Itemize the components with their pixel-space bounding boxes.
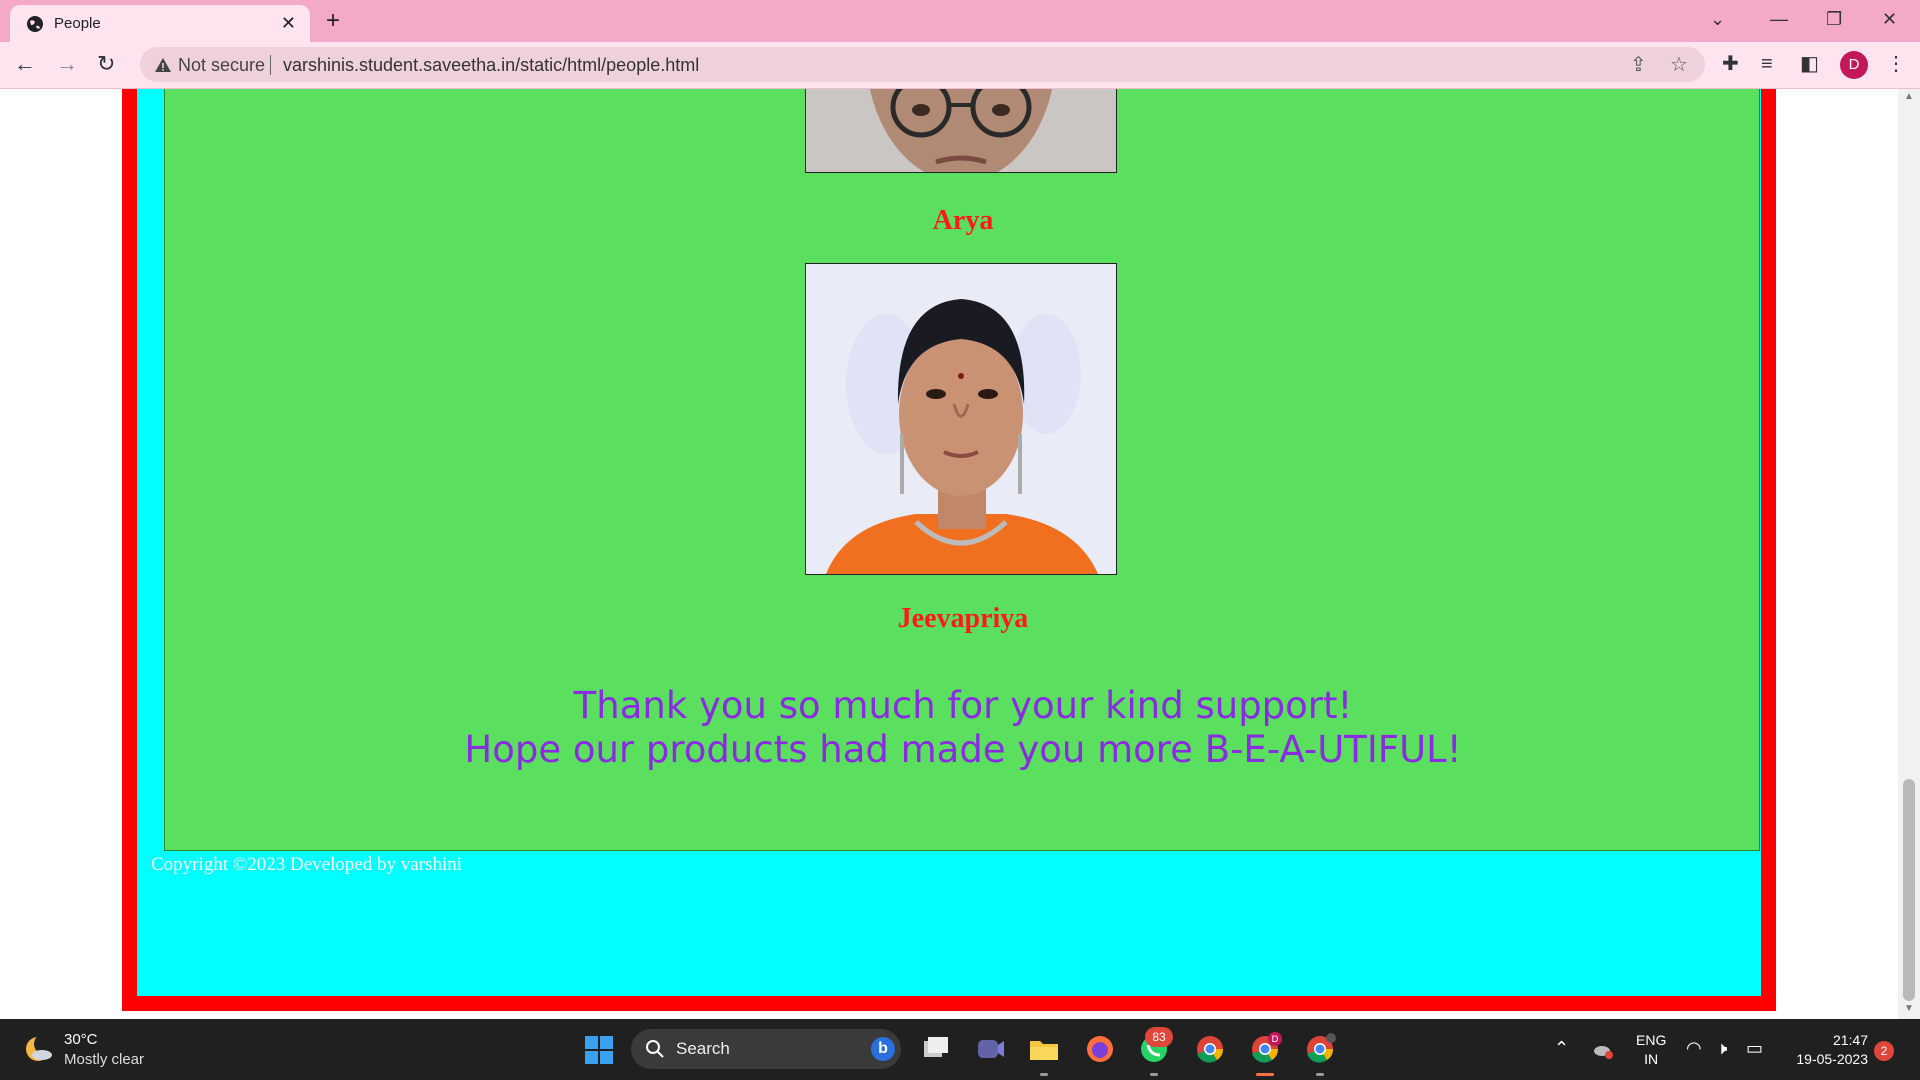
forward-icon[interactable]: →	[56, 52, 78, 76]
people-section: Arya Jeevapriya Thank you so much for yo…	[164, 89, 1760, 851]
tab-search-chevron-icon[interactable]: ⌄	[1710, 8, 1725, 30]
active-app-indicator	[1256, 1073, 1274, 1076]
chrome-profile-icon[interactable]: D	[1247, 1031, 1283, 1067]
speaker-muted-icon[interactable]: 🕨	[1716, 1037, 1727, 1059]
browser-tab-bar: People ✕ + ⌄ — ❐ ✕	[0, 0, 1920, 42]
clock-date: 19-05-2023	[1796, 1051, 1868, 1067]
globe-icon	[27, 16, 43, 32]
warning-icon	[155, 58, 171, 72]
browser-toolbar: ← → ↻ Not secure varshinis.student.savee…	[0, 42, 1920, 89]
language-indicator[interactable]: ENG IN	[1636, 1031, 1666, 1069]
portrait-image	[806, 264, 1116, 574]
thanks-line-2: Hope our products had made you more B-E-…	[464, 728, 1462, 771]
menu-kebab-icon[interactable]: ⋮	[1886, 52, 1906, 76]
whatsapp-badge: 83	[1145, 1027, 1173, 1047]
battery-icon[interactable]: ▭	[1746, 1037, 1763, 1059]
file-explorer-running-indicator	[1040, 1073, 1048, 1076]
portrait-image	[806, 89, 1116, 172]
system-clock[interactable]: 21:47 19-05-2023	[1785, 1031, 1868, 1069]
url-text[interactable]: varshinis.student.saveetha.in/static/htm…	[283, 55, 699, 76]
address-bar[interactable]: Not secure varshinis.student.saveetha.in…	[140, 47, 1705, 82]
notification-badge[interactable]: 2	[1874, 1041, 1894, 1061]
close-window-icon[interactable]: ✕	[1882, 8, 1897, 30]
weather-temperature[interactable]: 30°C	[64, 1031, 98, 1048]
page-scrollbar[interactable]: ▲ ▼	[1898, 89, 1920, 1019]
person-photo-jeevapriya	[805, 263, 1117, 575]
extensions-icon[interactable]: ✚	[1722, 52, 1739, 76]
new-tab-icon[interactable]: +	[326, 8, 340, 34]
page-viewport: Arya Jeevapriya Thank you so much for yo…	[0, 89, 1920, 1019]
task-view-icon[interactable]	[918, 1031, 954, 1067]
windows-start-icon[interactable]	[585, 1036, 613, 1064]
wifi-icon[interactable]: ◠	[1686, 1037, 1702, 1059]
taskbar-search[interactable]: Search b	[631, 1029, 901, 1069]
scroll-down-icon[interactable]: ▼	[1904, 1003, 1914, 1014]
search-icon	[646, 1040, 664, 1058]
language-code: ENG	[1636, 1032, 1667, 1048]
person-photo-arya	[805, 89, 1117, 173]
side-panel-icon[interactable]: ◧	[1800, 52, 1819, 76]
footer-copyright: Copyright ©2023 Developed by varshini	[151, 854, 463, 875]
scroll-up-icon[interactable]: ▲	[1904, 91, 1914, 102]
profile-avatar[interactable]: D	[1840, 51, 1868, 79]
restore-icon[interactable]: ❐	[1826, 8, 1842, 30]
page-frame: Arya Jeevapriya Thank you so much for yo…	[122, 89, 1776, 1011]
file-explorer-icon[interactable]	[1026, 1031, 1062, 1067]
person-name-arya: Arya	[932, 205, 994, 236]
onedrive-offline-icon[interactable]	[1592, 1039, 1614, 1061]
minimize-icon[interactable]: —	[1770, 8, 1788, 30]
not-secure-label[interactable]: Not secure	[178, 55, 265, 76]
back-icon[interactable]: ←	[14, 52, 36, 76]
search-label: Search	[676, 1039, 730, 1058]
thanks-line-1: Thank you so much for your kind support!	[573, 684, 1353, 727]
weather-moon-icon[interactable]	[22, 1033, 54, 1065]
region-code: IN	[1644, 1051, 1659, 1067]
chrome-profile-badge: D	[1272, 1035, 1279, 1045]
bing-icon[interactable]: b	[871, 1037, 895, 1061]
chrome-dev-running-indicator	[1316, 1073, 1324, 1076]
tab-people[interactable]: People ✕	[10, 5, 310, 42]
close-tab-icon[interactable]: ✕	[281, 13, 296, 33]
chrome-dev-icon[interactable]	[1302, 1031, 1338, 1067]
firefox-icon[interactable]	[1082, 1031, 1118, 1067]
whatsapp-running-indicator	[1150, 1073, 1158, 1076]
weather-condition[interactable]: Mostly clear	[64, 1051, 144, 1068]
scroll-thumb[interactable]	[1903, 779, 1915, 1001]
reload-icon[interactable]: ↻	[97, 52, 115, 76]
windows-taskbar: 30°C Mostly clear Search b 83 D ⌃ ENG IN…	[0, 1019, 1920, 1080]
tray-overflow-chevron-icon[interactable]: ⌃	[1554, 1037, 1569, 1059]
reading-list-icon[interactable]: ≡	[1761, 52, 1773, 76]
tab-title: People	[54, 15, 101, 32]
teams-chat-icon[interactable]	[972, 1031, 1008, 1067]
bookmark-star-icon[interactable]: ☆	[1670, 54, 1688, 76]
person-name-jeevapriya: Jeevapriya	[897, 603, 1029, 634]
clock-time: 21:47	[1832, 1032, 1868, 1048]
share-icon[interactable]: ⇪	[1630, 54, 1647, 76]
chrome-icon[interactable]	[1192, 1031, 1228, 1067]
omnibox-divider	[270, 55, 271, 75]
